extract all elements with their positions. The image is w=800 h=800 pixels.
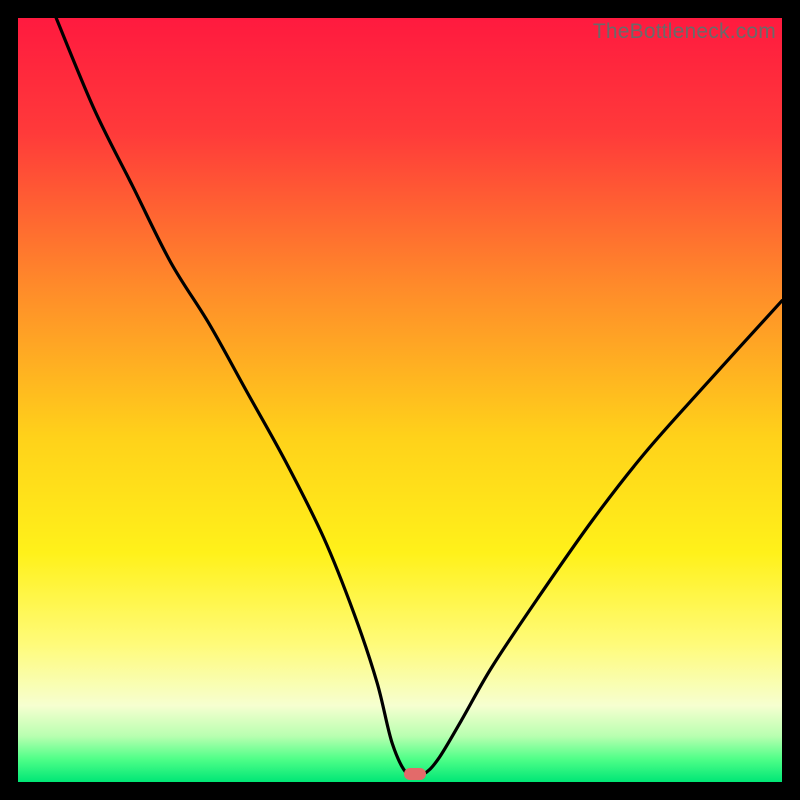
- bottleneck-curve: [18, 18, 782, 782]
- plot-area: TheBottleneck.com: [18, 18, 782, 782]
- watermark-label: TheBottleneck.com: [593, 20, 776, 44]
- optimum-marker: [404, 768, 426, 780]
- chart-stage: TheBottleneck.com: [0, 0, 800, 800]
